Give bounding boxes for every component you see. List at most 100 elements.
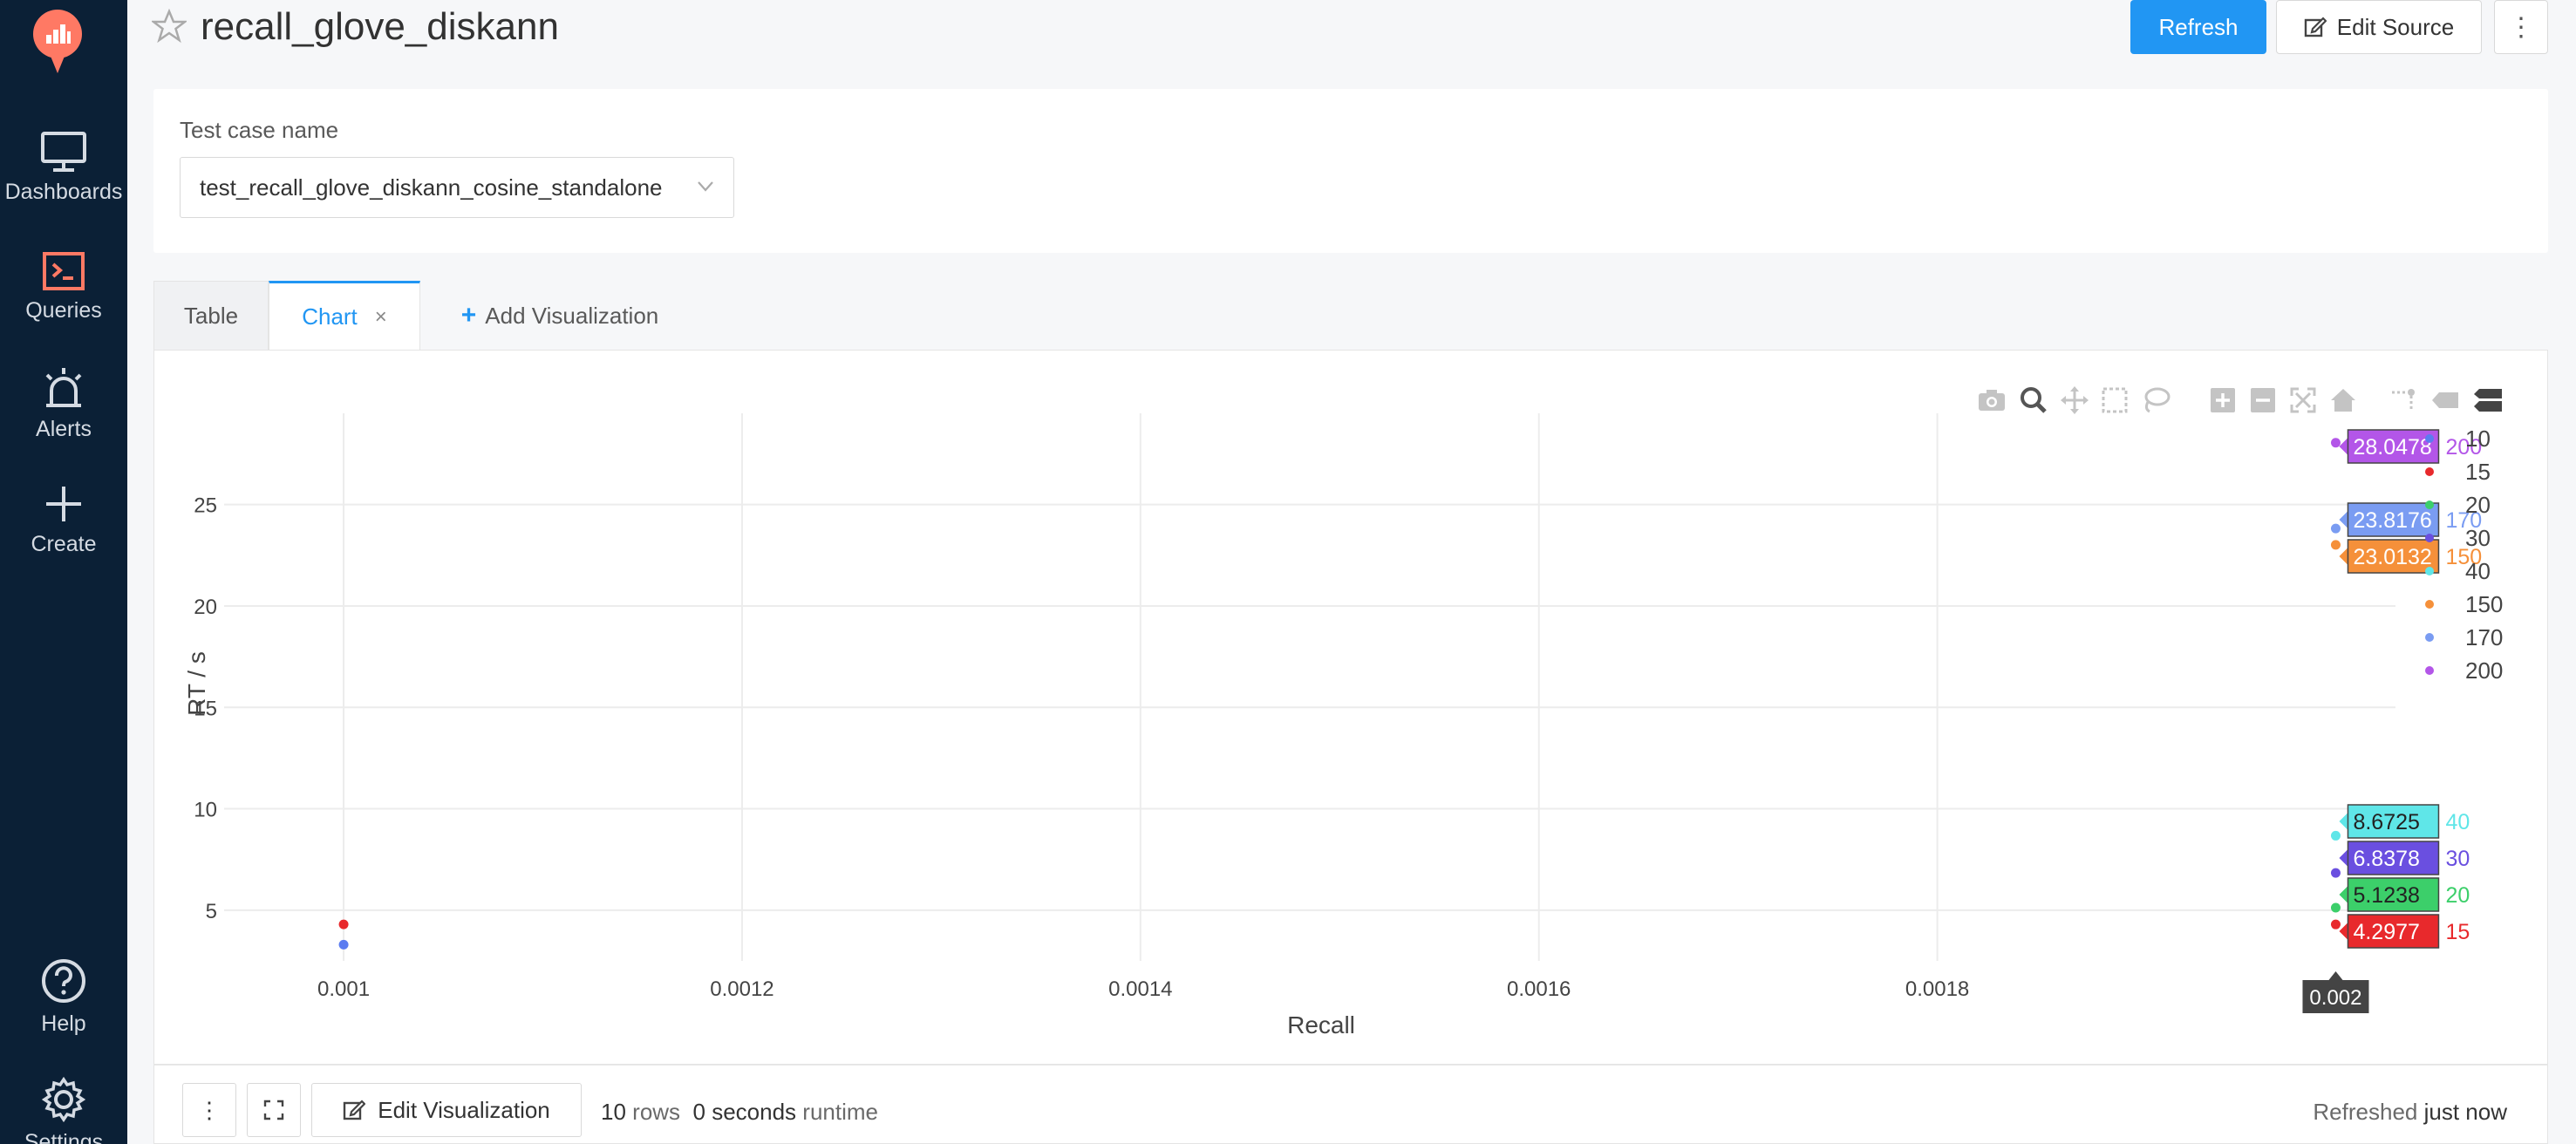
sidebar-item-label: Help — [41, 1011, 86, 1036]
favorite-star-icon[interactable] — [152, 9, 187, 44]
refresh-button-label: Refresh — [2158, 13, 2239, 40]
legend-marker[interactable] — [2425, 434, 2434, 443]
chevron-down-icon — [698, 181, 713, 192]
hover-value-label: 23.0132 — [2353, 545, 2431, 569]
refreshed-prefix: Refreshed — [2313, 1099, 2418, 1125]
more-options-button[interactable]: ⋮ — [2494, 0, 2548, 54]
question-icon — [42, 959, 85, 1003]
data-point[interactable] — [2330, 523, 2341, 534]
sidebar-item-create[interactable]: Create — [0, 483, 127, 557]
sidebar: Dashboards Queries Alerts Create Help Se… — [0, 0, 127, 1144]
tab-chart[interactable]: Chart × — [269, 281, 420, 351]
tab-table-label: Table — [183, 303, 239, 329]
legend-marker[interactable] — [2425, 534, 2434, 542]
legend-marker[interactable] — [2425, 600, 2434, 609]
data-point[interactable] — [2330, 540, 2341, 550]
page-title[interactable]: recall_glove_diskann — [201, 5, 559, 49]
edit-visualization-button[interactable]: Edit Visualization — [311, 1083, 582, 1137]
edit-icon — [344, 1100, 366, 1120]
close-icon[interactable]: × — [375, 305, 387, 330]
y-tick-label: 10 — [194, 799, 217, 822]
refresh-button[interactable]: Refresh — [2130, 0, 2266, 54]
tab-chart-label: Chart — [302, 303, 358, 330]
edit-source-label: Edit Source — [2336, 13, 2455, 40]
data-point[interactable] — [338, 939, 349, 950]
more-icon: ⋮ — [198, 1096, 221, 1123]
hover-series-label: 15 — [2445, 920, 2470, 944]
sidebar-item-queries[interactable]: Queries — [0, 251, 127, 323]
hover-x-label-pointer — [2328, 971, 2343, 980]
data-point[interactable] — [2330, 830, 2341, 841]
legend-label[interactable]: 150 — [2465, 591, 2503, 617]
add-visualization-label: Add Visualization — [485, 302, 659, 329]
sidebar-item-alerts[interactable]: Alerts — [0, 366, 127, 442]
legend-marker[interactable] — [2425, 500, 2434, 509]
sidebar-item-label: Queries — [25, 298, 102, 323]
sidebar-item-label: Settings — [24, 1130, 104, 1144]
hover-label-pointer — [2339, 849, 2348, 867]
data-point[interactable] — [2330, 868, 2341, 878]
legend-marker[interactable] — [2425, 633, 2434, 642]
hover-value-label: 8.6725 — [2353, 810, 2419, 834]
data-point[interactable] — [2330, 919, 2341, 930]
hover-label-pointer — [2339, 511, 2348, 528]
hover-value-label: 5.1238 — [2353, 883, 2419, 908]
hover-label-pointer — [2339, 886, 2348, 903]
runtime-value: 0 seconds — [692, 1099, 797, 1125]
sidebar-item-settings[interactable]: Settings — [0, 1076, 127, 1144]
legend-label[interactable]: 10 — [2465, 426, 2491, 452]
hover-value-label: 28.0478 — [2353, 435, 2431, 460]
sidebar-item-help[interactable]: Help — [0, 957, 127, 1037]
legend-label[interactable]: 15 — [2465, 459, 2491, 485]
data-point[interactable] — [338, 919, 349, 930]
legend-marker[interactable] — [2425, 567, 2434, 575]
add-visualization-button[interactable]: + Add Visualization — [446, 281, 673, 351]
parameter-label: Test case name — [180, 117, 339, 143]
footer-more-button[interactable]: ⋮ — [182, 1083, 236, 1137]
hover-value-label: 4.2977 — [2353, 920, 2419, 944]
edit-source-button[interactable]: Edit Source — [2276, 0, 2482, 54]
x-tick-label: 0.0018 — [1905, 977, 1969, 1001]
runtime-word: runtime — [802, 1099, 878, 1125]
x-tick-label: 0.0016 — [1507, 977, 1571, 1001]
hover-series-label: 30 — [2445, 847, 2470, 871]
tab-table[interactable]: Table — [153, 281, 269, 351]
legend-label[interactable]: 20 — [2465, 492, 2491, 518]
hover-label-pointer — [2339, 813, 2348, 830]
sidebar-item-dashboards[interactable]: Dashboards — [0, 131, 127, 205]
fullscreen-button[interactable] — [247, 1083, 301, 1137]
y-axis-title: RT / s — [183, 651, 210, 716]
chart-ticks: 0.001 0.0012 0.0014 0.0016 0.0018510152025 — [194, 494, 1969, 1001]
hover-value-label: 6.8378 — [2353, 847, 2419, 871]
legend-label[interactable]: 40 — [2465, 558, 2491, 584]
test-case-value: test_recall_glove_diskann_cosine_standal… — [200, 174, 663, 201]
legend-label[interactable]: 200 — [2465, 657, 2503, 684]
scatter-chart[interactable]: 0.001 0.0012 0.0014 0.0016 0.0018 5 10 15 20 25 R… — [154, 351, 2549, 1066]
legend-marker[interactable] — [2425, 467, 2434, 476]
sidebar-item-label: Alerts — [36, 417, 92, 441]
x-tick-label: 0.001 — [317, 977, 370, 1001]
hover-label-pointer — [2339, 548, 2348, 565]
legend-label[interactable]: 170 — [2465, 624, 2503, 650]
terminal-icon — [43, 252, 85, 290]
data-point[interactable] — [2330, 902, 2341, 913]
rows-word: rows — [632, 1099, 681, 1125]
rows-count: 10 — [601, 1099, 626, 1125]
y-tick-label: 25 — [194, 494, 217, 518]
chart-hover-labels: 0.00228.0478 20023.8176 17023.0132 1508.672… — [2302, 429, 2482, 1013]
legend-label[interactable]: 30 — [2465, 525, 2491, 551]
plus-icon: + — [460, 301, 477, 330]
edit-icon — [2304, 17, 2327, 37]
legend-marker[interactable] — [2425, 666, 2434, 675]
y-tick-label: 5 — [206, 900, 217, 923]
visualization-footer: ⋮ Edit Visualization 10 rows 0 seconds r… — [153, 1065, 2548, 1144]
data-point[interactable] — [2330, 438, 2341, 448]
refreshed-status: Refreshed just now — [2313, 1099, 2507, 1126]
parameters-panel: Test case name test_recall_glove_diskann… — [153, 89, 2548, 253]
refreshed-value: just now — [2423, 1099, 2507, 1125]
expand-icon — [263, 1100, 284, 1120]
test-case-select[interactable]: test_recall_glove_diskann_cosine_standal… — [180, 157, 734, 218]
redash-logo[interactable] — [31, 9, 85, 75]
more-icon: ⋮ — [2508, 12, 2534, 42]
gear-icon — [41, 1076, 86, 1123]
